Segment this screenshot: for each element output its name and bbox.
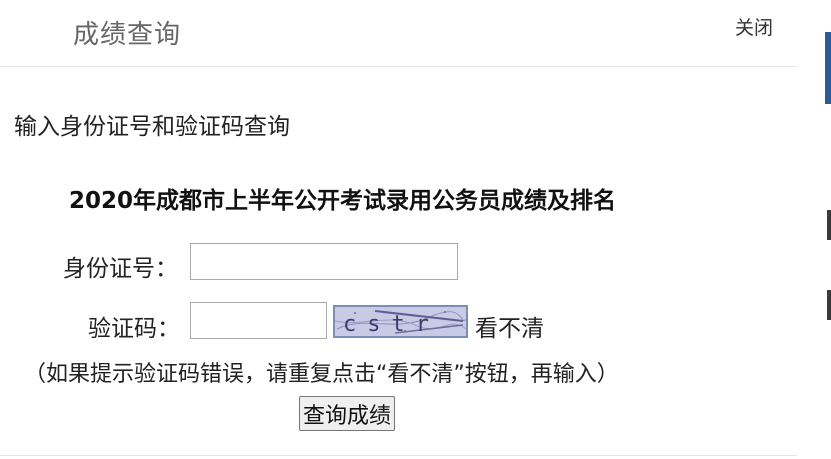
query-score-button[interactable]: 查询成绩: [299, 396, 396, 431]
background-page-edge: [797, 0, 831, 459]
background-edge-mark: [827, 210, 831, 240]
exam-title: 2020年成都市上半年公开考试录用公务员成绩及排名: [69, 188, 617, 214]
instruction-text: 输入身份证号和验证码查询: [14, 114, 290, 140]
page: 成绩查询 关闭 输入身份证号和验证码查询 2020年成都市上半年公开考试录用公务…: [0, 0, 831, 459]
dialog-title: 成绩查询: [73, 20, 182, 50]
captcha-image[interactable]: cstr: [333, 305, 468, 338]
background-edge-strip: [825, 32, 831, 104]
captcha-hint-text: （如果提示验证码错误，请重复点击“看不清”按钮，再输入）: [24, 362, 619, 387]
dialog-header: 成绩查询 关闭: [0, 0, 797, 67]
id-number-label: 身份证号：: [63, 256, 178, 282]
background-edge-mark: [827, 290, 831, 320]
dialog-bottom-divider: [0, 455, 797, 456]
captcha-label: 验证码：: [88, 316, 180, 342]
captcha-input[interactable]: [190, 302, 327, 339]
score-query-dialog: 成绩查询 关闭 输入身份证号和验证码查询 2020年成都市上半年公开考试录用公务…: [0, 0, 797, 459]
id-number-input[interactable]: [190, 243, 458, 280]
close-button[interactable]: 关闭: [735, 13, 773, 40]
captcha-text: cstr: [343, 312, 440, 336]
refresh-captcha-button[interactable]: 看不清: [475, 309, 544, 343]
